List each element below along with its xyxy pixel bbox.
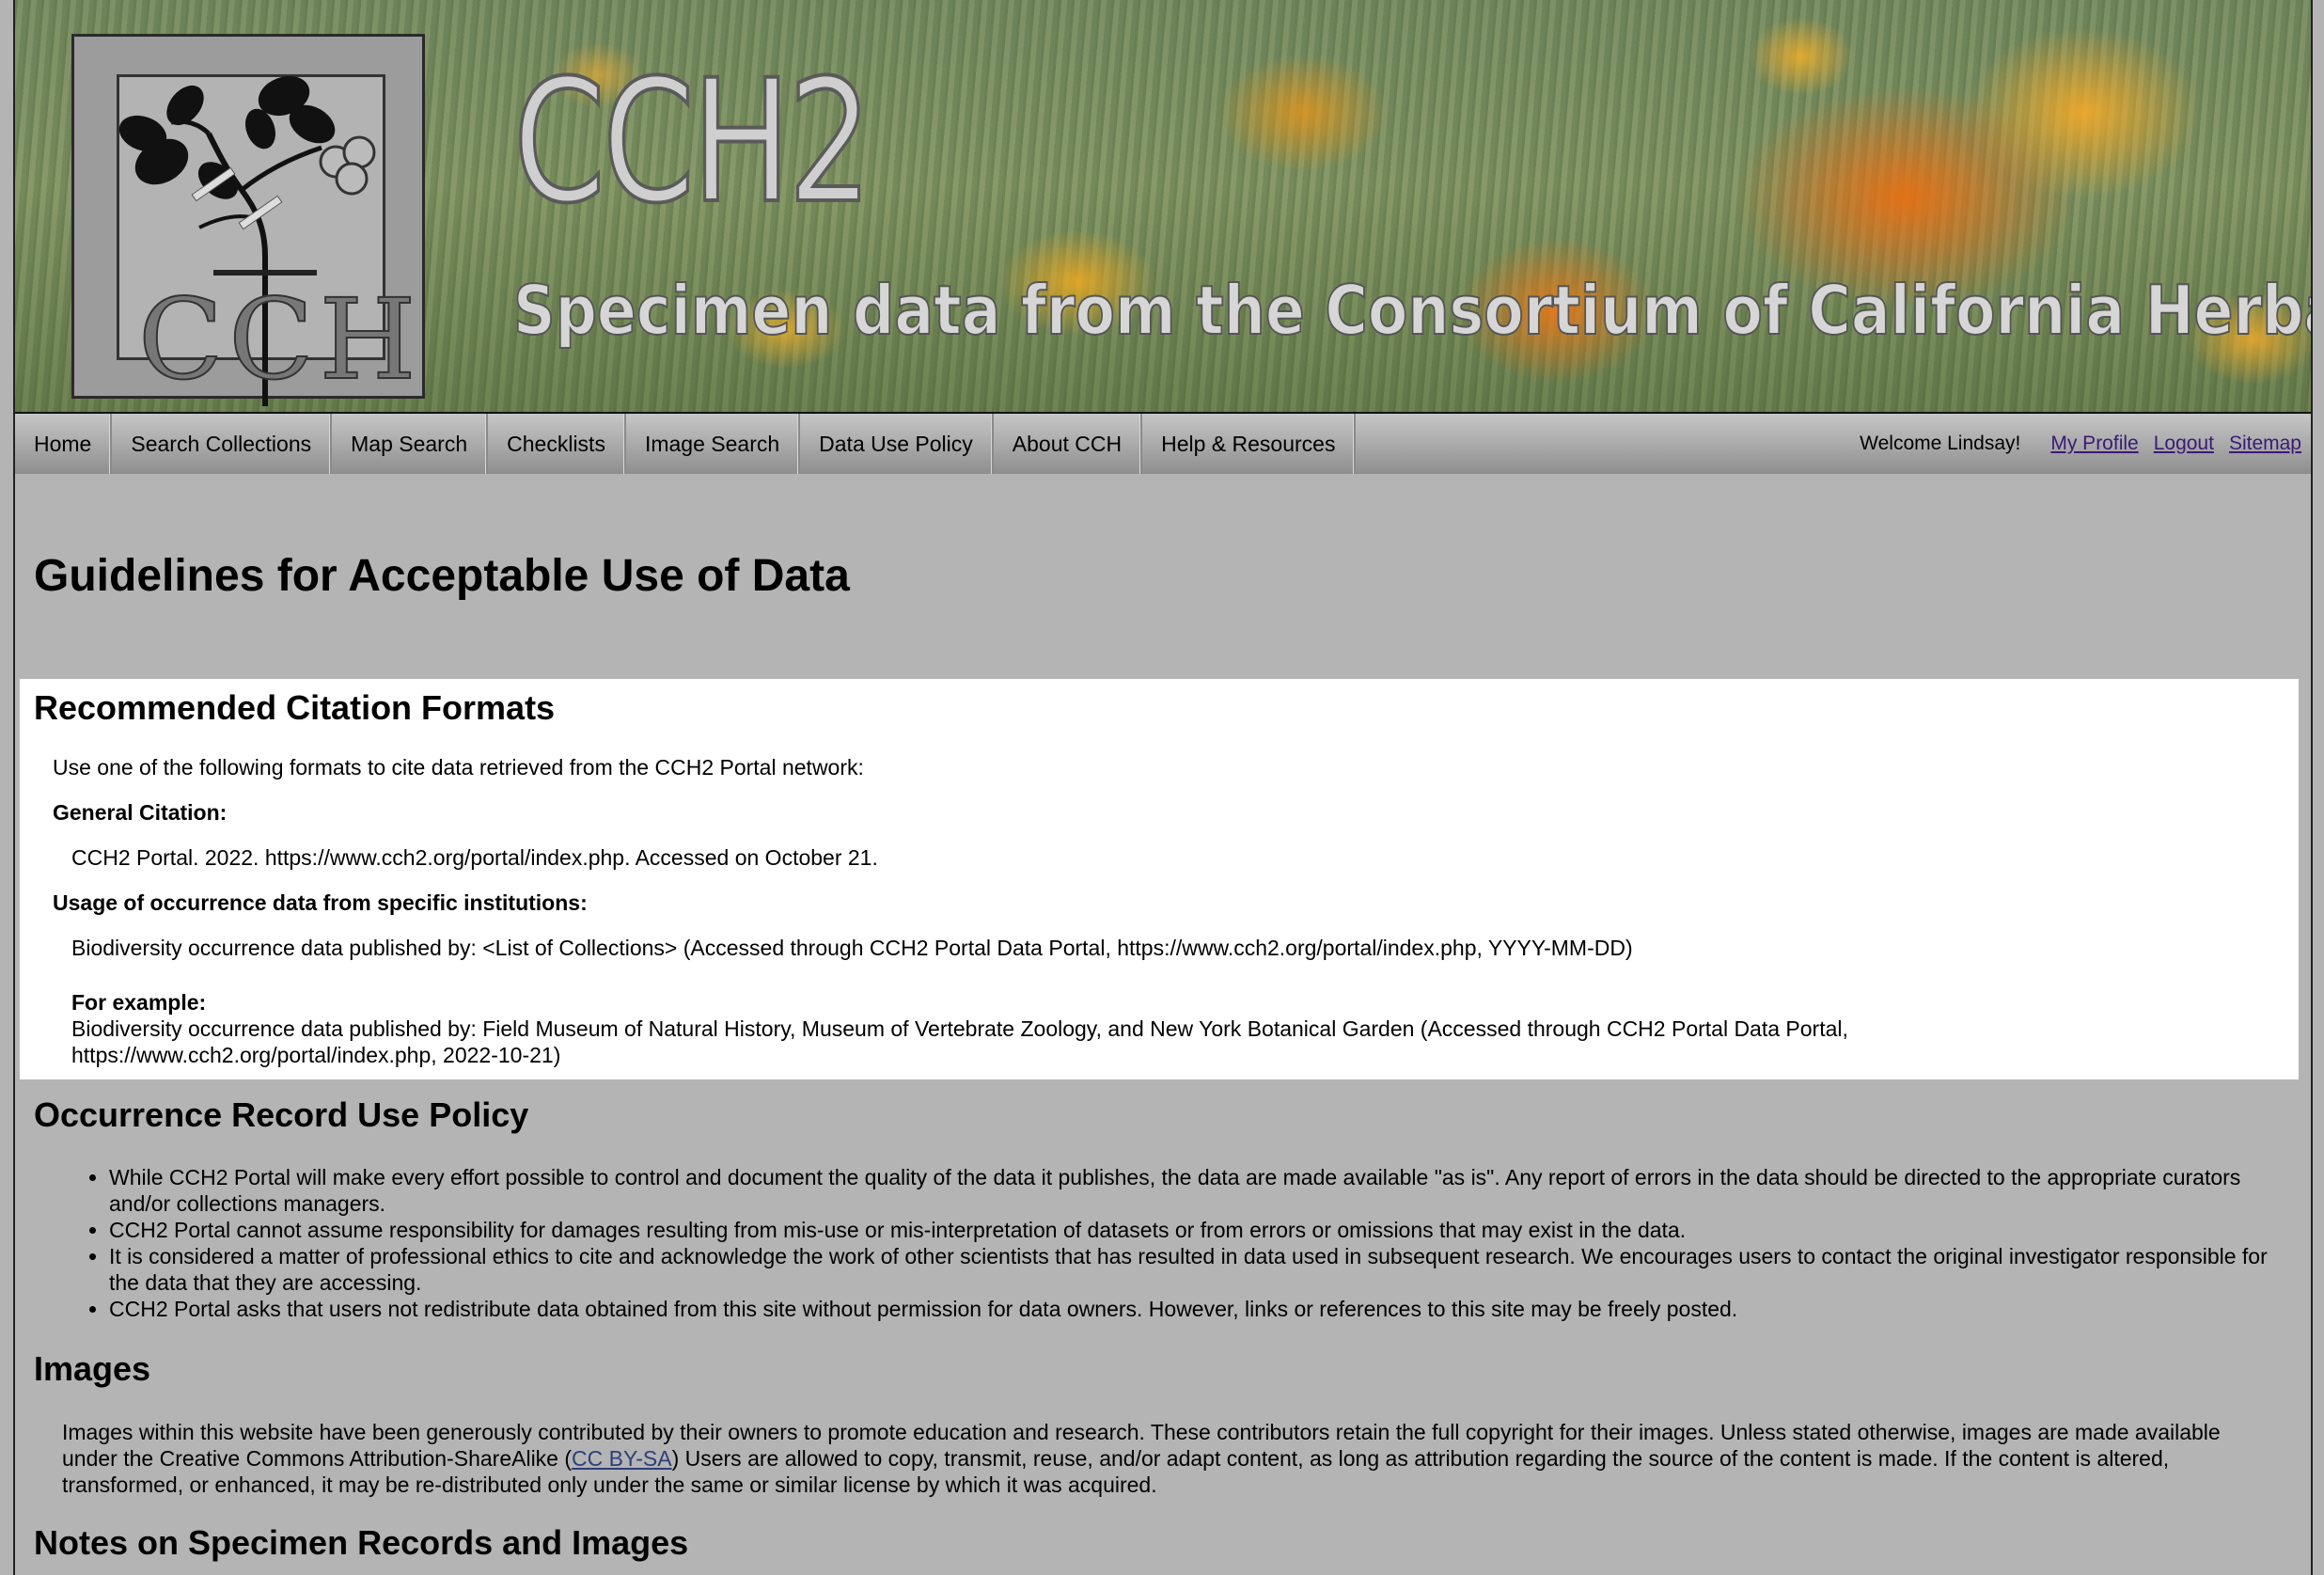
policy-item: While CCH2 Portal will make every effort… [109,1164,2290,1217]
nav-menu: Home Search Collections Map Search Check… [15,414,1357,474]
nav-item-search-collections[interactable]: Search Collections [112,414,333,474]
example-line-1: Biodiversity occurrence data published b… [71,1016,1848,1041]
policy-item: CCH2 Portal cannot assume responsibility… [109,1217,2290,1243]
cc-by-sa-link[interactable]: CC BY-SA [572,1446,672,1471]
nav-item-about-cch[interactable]: About CCH [994,414,1143,474]
sitemap-link[interactable]: Sitemap [2229,433,2301,455]
user-menu: Welcome Lindsay! My Profile Logout Sitem… [1860,414,2301,474]
page-title: Guidelines for Acceptable Use of Data [34,551,850,601]
site-subtitle: Specimen data from the Consortium of Cal… [512,270,2313,351]
logo-text: CCH [137,274,422,405]
cch-logo[interactable]: CCH [71,34,425,406]
main-navigation: Home Search Collections Map Search Check… [15,414,2311,474]
nav-item-help-resources[interactable]: Help & Resources [1142,414,1357,474]
nav-item-home[interactable]: Home [15,414,113,474]
images-heading: Images [34,1349,151,1388]
policy-item: It is considered a matter of professiona… [109,1243,2290,1296]
institutions-citation-label: Usage of occurrence data from specific i… [53,890,588,915]
my-profile-link[interactable]: My Profile [2050,433,2138,455]
general-citation-text: CCH2 Portal. 2022. https://www.cch2.org/… [71,845,878,870]
logout-link[interactable]: Logout [2154,433,2214,455]
header-banner: CCH CCH2 Specimen data from the Consorti… [15,0,2311,414]
nav-item-checklists[interactable]: Checklists [488,414,626,474]
nav-item-data-use-policy[interactable]: Data Use Policy [800,414,994,474]
logo-frame: CCH [117,74,416,406]
policy-list-container: While CCH2 Portal will make every effort… [15,1164,2290,1322]
policy-list: While CCH2 Portal will make every effort… [15,1164,2290,1322]
citation-intro: Use one of the following formats to cite… [53,755,864,780]
nav-item-image-search[interactable]: Image Search [626,414,801,474]
welcome-message: Welcome Lindsay! [1860,433,2021,454]
nav-item-map-search[interactable]: Map Search [332,414,489,474]
page: CCH CCH2 Specimen data from the Consorti… [13,0,2313,1575]
images-paragraph: Images within this website have been gen… [62,1419,2281,1498]
policy-heading: Occurrence Record Use Policy [34,1095,529,1134]
example-label: For example: [71,990,207,1015]
site-title: CCH2 [511,44,873,241]
institutions-citation-text: Biodiversity occurrence data published b… [71,936,1633,960]
example-line-2: https://www.cch2.org/portal/index.php, 2… [71,1043,561,1067]
citation-heading: Recommended Citation Formats [34,688,556,727]
notes-heading: Notes on Specimen Records and Images [34,1523,689,1562]
policy-item: CCH2 Portal asks that users not redistri… [109,1296,2290,1322]
general-citation-label: General Citation: [53,800,228,825]
citation-section: Recommended Citation Formats Use one of … [20,679,2299,1079]
